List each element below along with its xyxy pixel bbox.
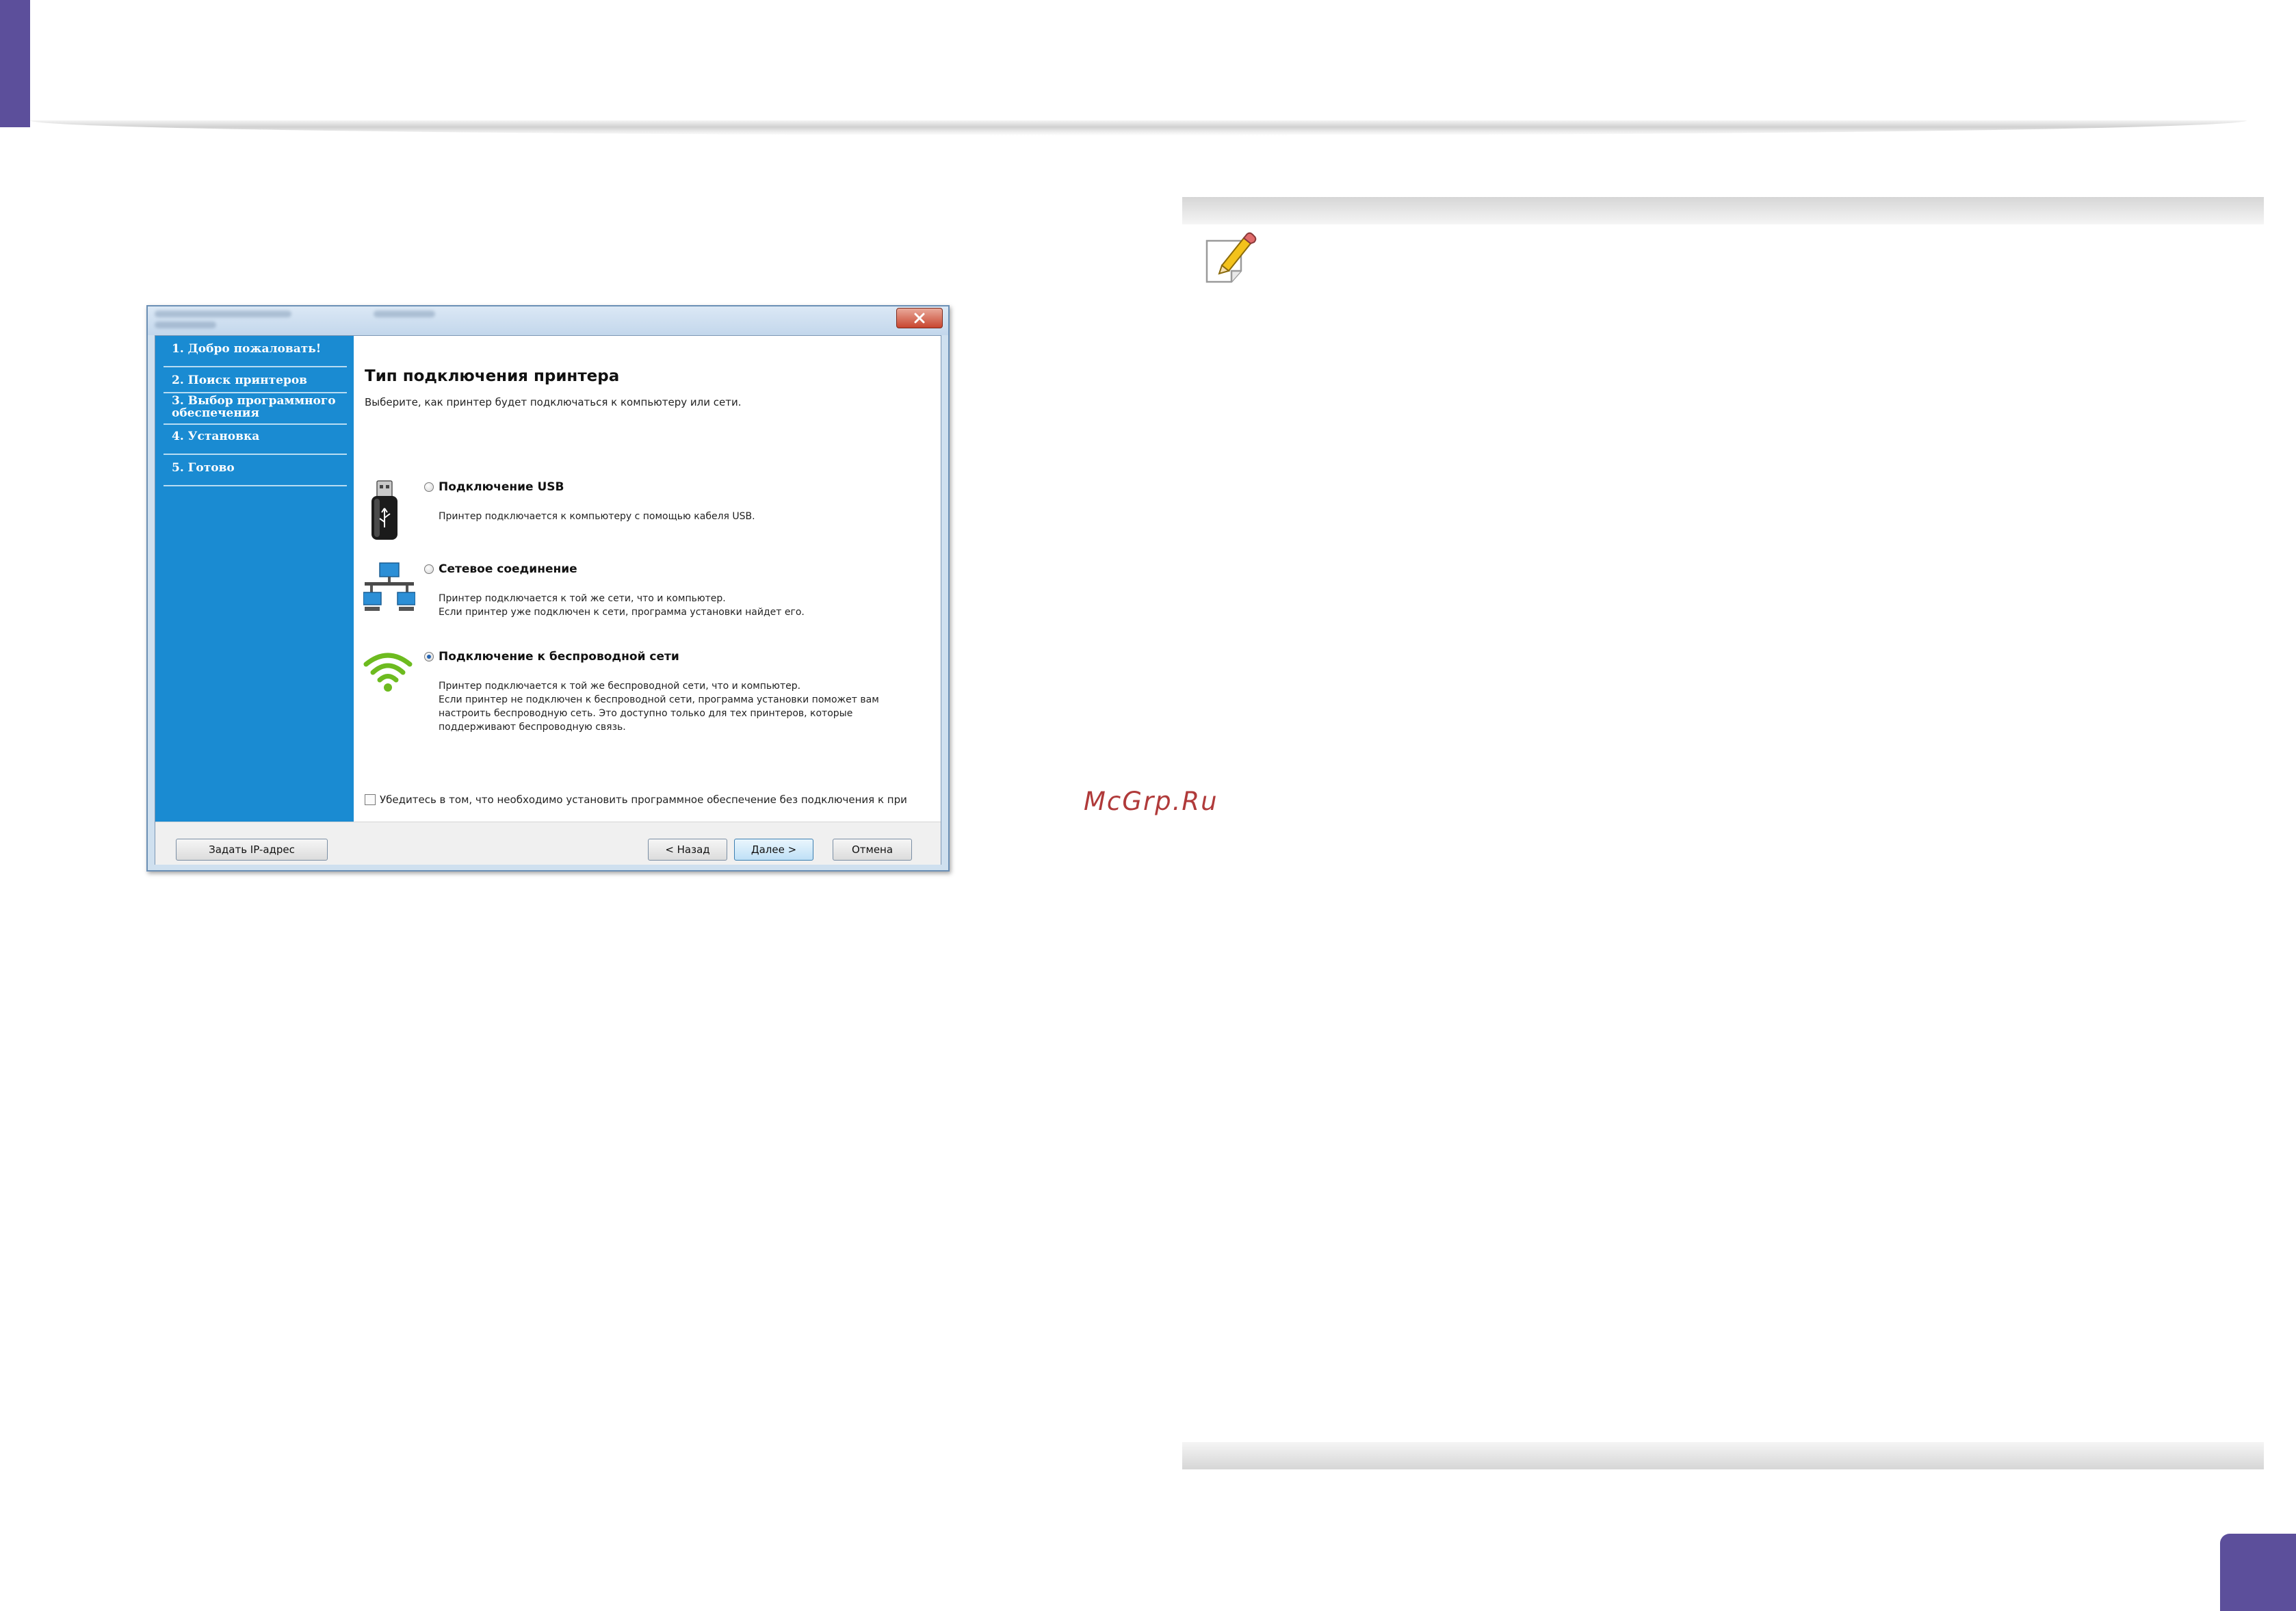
sidebar-step-done: 5. Готово xyxy=(164,462,347,486)
header-divider xyxy=(30,120,2247,135)
step-label: 3. Выбор программного обеспечения xyxy=(172,394,336,420)
usb-icon xyxy=(371,480,397,540)
window-title-bar xyxy=(148,306,948,335)
set-ip-button[interactable]: Задать IP-адрес xyxy=(176,839,328,861)
sidebar-step-welcome: 1. Добро пожаловать! xyxy=(164,343,347,367)
step-label: 1. Добро пожаловать! xyxy=(172,342,322,356)
page-title: Тип подключения принтера xyxy=(365,367,620,385)
description-line: Если принтер уже подключен к сети, прогр… xyxy=(439,607,805,618)
network-radio[interactable] xyxy=(424,564,434,574)
blurred-title-text xyxy=(374,311,435,317)
wireless-radio[interactable] xyxy=(424,652,434,662)
note-panel xyxy=(1182,197,2264,1469)
wifi-icon xyxy=(363,653,413,692)
wireless-option-description: Принтер подключается к той же беспроводн… xyxy=(439,679,931,734)
page-subtitle: Выберите, как принтер будет подключаться… xyxy=(365,396,742,408)
skip-connection-checkbox[interactable] xyxy=(365,794,376,805)
next-button[interactable]: Далее > xyxy=(734,839,813,861)
close-button[interactable] xyxy=(896,308,943,328)
back-button[interactable]: < Назад xyxy=(648,839,727,861)
step-label: 4. Установка xyxy=(172,430,260,443)
step-label: 2. Поиск принтеров xyxy=(172,374,307,387)
page-corner-tab xyxy=(2220,1534,2296,1611)
connection-type-panel: Тип подключения принтера Выберите, как п… xyxy=(354,336,941,822)
note-pencil-icon xyxy=(1205,232,1257,283)
description-line: поддерживают беспроводную связь. xyxy=(439,722,626,733)
blurred-title-text xyxy=(155,311,291,317)
sidebar-step-software: 3. Выбор программного обеспечения xyxy=(164,395,347,425)
blurred-title-text xyxy=(155,322,216,328)
window-client-area: 1. Добро пожаловать! 2. Поиск принтеров … xyxy=(155,335,941,865)
cancel-button[interactable]: Отмена xyxy=(833,839,912,861)
network-option-label[interactable]: Сетевое соединение xyxy=(439,562,577,576)
wireless-option-label[interactable]: Подключение к беспроводной сети xyxy=(439,650,679,664)
usb-option-description: Принтер подключается к компьютеру с помо… xyxy=(439,510,931,523)
close-icon xyxy=(914,313,925,324)
step-label: 5. Готово xyxy=(172,461,235,475)
sidebar-step-search: 2. Поиск принтеров xyxy=(164,371,347,393)
network-option-description: Принтер подключается к той же сети, что … xyxy=(439,592,931,619)
description-line: Принтер подключается к той же беспроводн… xyxy=(439,681,801,692)
skip-connection-label[interactable]: Убедитесь в том, что необходимо установи… xyxy=(380,794,907,806)
description-line: Принтер подключается к компьютеру с помо… xyxy=(439,511,755,522)
usb-option-label[interactable]: Подключение USB xyxy=(439,480,564,494)
description-line: Принтер подключается к той же сети, что … xyxy=(439,593,726,604)
note-panel-bottom-bar xyxy=(1182,1442,2264,1469)
network-icon xyxy=(363,562,415,611)
usb-radio[interactable] xyxy=(424,482,434,492)
installer-window: 1. Добро пожаловать! 2. Поиск принтеров … xyxy=(146,305,950,872)
description-line: Если принтер не подключен к беспроводной… xyxy=(439,694,879,705)
header-accent-bar xyxy=(0,0,30,127)
sidebar-step-install: 4. Установка xyxy=(164,430,347,455)
note-panel-top-bar xyxy=(1182,197,2264,224)
wizard-footer: Задать IP-адрес < Назад Далее > Отмена xyxy=(155,822,941,865)
description-line: настроить беспроводную сеть. Это доступн… xyxy=(439,708,853,719)
steps-sidebar: 1. Добро пожаловать! 2. Поиск принтеров … xyxy=(155,336,354,822)
